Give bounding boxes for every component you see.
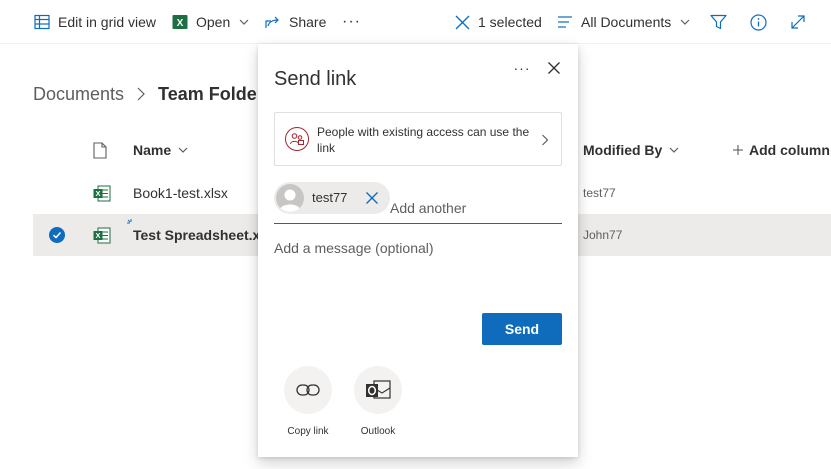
breadcrumb: Documents Team Folder: [33, 80, 264, 108]
copy-link-label: Copy link: [287, 426, 329, 437]
copy-link-option[interactable]: Copy link: [278, 366, 338, 437]
modified-by-column-header[interactable]: Modified By: [583, 128, 680, 172]
chevron-right-icon: [542, 134, 549, 146]
more-commands-button[interactable]: ···: [342, 0, 361, 44]
checkmark-icon: [49, 227, 65, 243]
link-settings-button[interactable]: People with existing access can use the …: [274, 112, 562, 166]
document-icon: [93, 141, 107, 159]
info-icon: [750, 13, 767, 31]
remove-recipient-button[interactable]: [364, 190, 380, 206]
edit-grid-view-label: Edit in grid view: [58, 14, 157, 30]
outlook-label: Outlook: [360, 426, 396, 437]
share-button[interactable]: Share: [265, 0, 326, 44]
outlook-icon: [354, 366, 402, 414]
name-column-label: Name: [133, 142, 172, 158]
selected-count: 1 selected: [478, 14, 542, 30]
chevron-down-icon: [178, 147, 188, 153]
list-view-icon: [558, 16, 572, 28]
more-icon: ···: [513, 60, 531, 76]
breadcrumb-current: Team Folder: [158, 83, 264, 104]
file-type-column-header[interactable]: [93, 128, 107, 172]
excel-icon: X: [172, 15, 188, 29]
grid-icon: [34, 14, 50, 30]
svg-text:X: X: [95, 189, 100, 198]
view-selector[interactable]: All Documents: [557, 0, 691, 44]
breadcrumb-documents[interactable]: Documents: [33, 84, 124, 105]
chevron-down-icon: [239, 19, 249, 25]
command-bar: Edit in grid view X Open Share ··· 1 sel…: [0, 0, 831, 44]
modified-by: John77: [583, 228, 623, 242]
svg-text:X: X: [95, 231, 100, 240]
expand-icon: [791, 15, 805, 29]
info-button[interactable]: [750, 0, 767, 44]
excel-file-icon: X: [93, 214, 111, 256]
open-label: Open: [196, 14, 231, 30]
access-description: People with existing access can use the …: [317, 125, 530, 155]
chevron-right-icon: [136, 87, 146, 101]
more-options-button[interactable]: ···: [512, 58, 532, 78]
recipients-field[interactable]: test77: [274, 182, 562, 224]
svg-text:X: X: [177, 18, 184, 29]
edit-grid-view-button[interactable]: Edit in grid view: [34, 0, 156, 44]
open-button[interactable]: X Open: [172, 0, 250, 44]
message-input[interactable]: [274, 240, 562, 300]
view-label: All Documents: [581, 14, 672, 30]
modified-by-column-label: Modified By: [583, 142, 663, 158]
close-icon: [455, 15, 470, 29]
recipient-pill[interactable]: test77: [274, 182, 390, 214]
dialog-title: Send link: [274, 68, 357, 90]
avatar: [276, 184, 304, 212]
add-another-input[interactable]: [390, 196, 560, 220]
name-column-header[interactable]: Name: [133, 128, 189, 172]
send-link-dialog: Send link ··· People with existing acces…: [258, 44, 578, 457]
link-icon: [284, 366, 332, 414]
expand-button[interactable]: [790, 0, 806, 44]
share-icon: [265, 16, 279, 28]
add-column-label: Add column: [749, 142, 830, 158]
close-icon: [366, 192, 378, 204]
add-column-button[interactable]: Add column: [733, 128, 830, 172]
row-checkbox[interactable]: [49, 214, 65, 256]
chevron-down-icon: [669, 147, 679, 153]
filter-icon: [710, 14, 727, 30]
filter-button[interactable]: [710, 0, 727, 44]
excel-file-icon: X: [93, 172, 111, 214]
more-icon: ···: [342, 13, 361, 30]
plus-icon: [733, 145, 743, 155]
people-access-icon: [285, 127, 309, 151]
send-button[interactable]: Send: [482, 313, 562, 345]
outlook-option[interactable]: Outlook: [348, 366, 408, 437]
close-button[interactable]: [544, 58, 564, 78]
recipient-name: test77: [312, 190, 348, 205]
close-icon: [548, 62, 560, 74]
modified-by: test77: [583, 186, 616, 200]
file-name[interactable]: Book1-test.xlsx: [133, 172, 228, 214]
clear-selection-button[interactable]: 1 selected: [455, 0, 542, 44]
share-label: Share: [289, 14, 327, 30]
chevron-down-icon: [680, 19, 690, 25]
